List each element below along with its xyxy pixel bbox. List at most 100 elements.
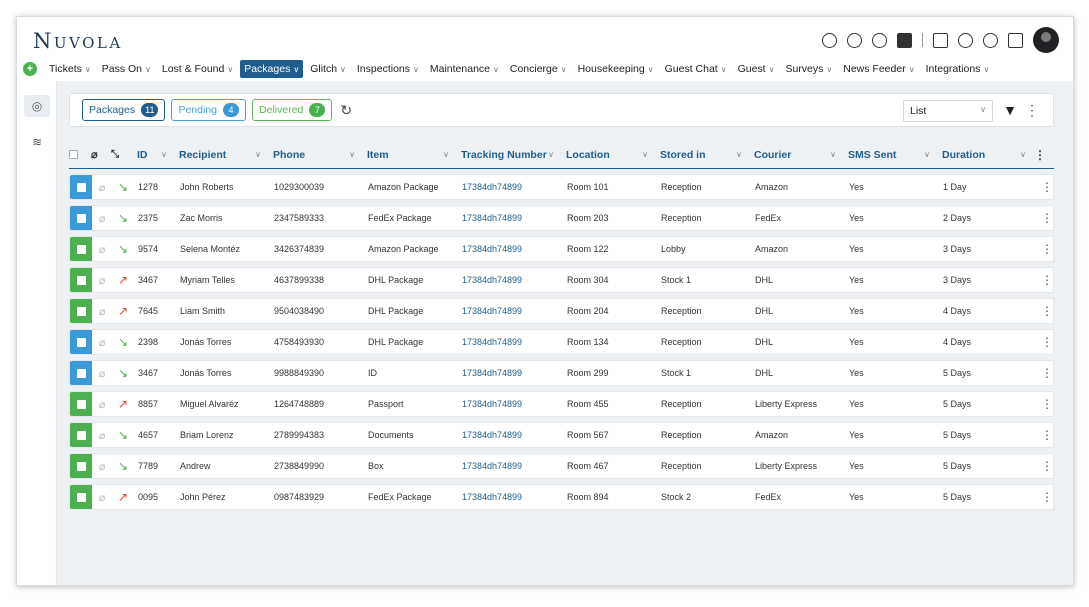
row-menu-icon[interactable]: ⋮ [1035, 490, 1059, 504]
col-tracking[interactable]: Tracking Number ∨ [457, 149, 562, 161]
row-checkbox[interactable] [70, 454, 92, 478]
more-options-icon[interactable]: ⋮ [1025, 102, 1039, 119]
table-row[interactable]: ⌀ ↘ 9574 Selena Montéz 3426374839 Amazon Pack… [69, 236, 1054, 262]
row-menu-icon[interactable]: ⋮ [1035, 397, 1059, 411]
tab-pending[interactable]: Pending 4 [171, 99, 247, 121]
cell-tracking[interactable]: 17384dh74899 [458, 430, 563, 440]
row-checkbox[interactable] [70, 330, 92, 354]
table-row[interactable]: ⌀ ↘ 3467 Jonás Torres 9988849390 ID 17384dh748… [69, 360, 1054, 386]
col-id[interactable]: ID ∨ [133, 149, 175, 161]
paperclip-icon[interactable]: ⌀ [92, 212, 112, 225]
nav-maintenance[interactable]: Maintenance ∨ [426, 60, 503, 78]
cell-tracking[interactable]: 17384dh74899 [458, 337, 563, 347]
tab-packages[interactable]: Packages 11 [82, 99, 166, 121]
cell-tracking[interactable]: 17384dh74899 [458, 213, 563, 223]
col-phone[interactable]: Phone ∨ [269, 149, 363, 161]
table-row[interactable]: ⌀ ↗ 8857 Miguel Alvaréz 1264748889 Passport 17… [69, 391, 1054, 417]
row-checkbox[interactable] [70, 392, 92, 416]
nav-guest[interactable]: Guest ∨ [734, 60, 779, 78]
row-checkbox[interactable] [70, 268, 92, 292]
row-checkbox[interactable] [70, 299, 92, 323]
row-checkbox[interactable] [70, 175, 92, 199]
paperclip-icon[interactable]: ⌀ [92, 274, 112, 287]
row-menu-icon[interactable]: ⋮ [1035, 304, 1059, 318]
col-recipient[interactable]: Recipient ∨ [175, 149, 269, 161]
row-checkbox[interactable] [70, 423, 92, 447]
filter-icon[interactable]: ▼ [1003, 102, 1017, 118]
table-row[interactable]: ⌀ ↘ 4657 Briam Lorenz 2789994383 Documents 173… [69, 422, 1054, 448]
paperclip-icon[interactable]: ⌀ [92, 460, 112, 473]
nav-concierge[interactable]: Concierge ∨ [506, 60, 571, 78]
nav-pass-on[interactable]: Pass On ∨ [98, 60, 155, 78]
cell-tracking[interactable]: 17384dh74899 [458, 461, 563, 471]
nav-glitch[interactable]: Glitch ∨ [306, 60, 350, 78]
column-menu-icon[interactable]: ⋮ [1034, 148, 1058, 162]
calendar-icon[interactable] [897, 32, 912, 48]
row-menu-icon[interactable]: ⋮ [1035, 366, 1059, 380]
user-avatar[interactable] [1033, 27, 1059, 53]
nav-surveys[interactable]: Surveys ∨ [781, 60, 836, 78]
refresh-icon[interactable]: ↻ [340, 102, 352, 119]
table-row[interactable]: ⌀ ↗ 7645 Liam Smith 9504038490 DHL Package 173… [69, 298, 1054, 324]
package-view-icon[interactable]: ◎ [24, 95, 50, 117]
cell-tracking[interactable]: 17384dh74899 [458, 275, 563, 285]
row-menu-icon[interactable]: ⋮ [1035, 242, 1059, 256]
row-checkbox[interactable] [70, 206, 92, 230]
table-row[interactable]: ⌀ ↗ 3467 Myriam Telles 4637899338 DHL Package… [69, 267, 1054, 293]
row-checkbox[interactable] [70, 237, 92, 261]
paperclip-icon[interactable]: ⌀ [92, 367, 112, 380]
paperclip-icon[interactable]: ⌀ [92, 336, 112, 349]
add-icon[interactable]: + [23, 62, 37, 76]
filter-sliders-icon[interactable]: ≋ [24, 131, 50, 153]
alarm-clock-icon[interactable] [872, 32, 887, 48]
col-duration[interactable]: Duration ∨ [938, 149, 1034, 161]
col-location[interactable]: Location ∨ [562, 149, 656, 161]
paperclip-icon[interactable]: ⌀ [92, 491, 112, 504]
col-sms[interactable]: SMS Sent ∨ [844, 149, 938, 161]
walk-icon[interactable] [933, 32, 948, 48]
view-select[interactable]: List ∨ [903, 100, 993, 122]
paperclip-icon[interactable]: ⌀ [92, 243, 112, 256]
col-stored[interactable]: Stored in ∨ [656, 149, 750, 161]
table-row[interactable]: ⌀ ↘ 2375 Zac Morris 2347589333 FedEx Package 1… [69, 205, 1054, 231]
nav-packages[interactable]: Packages ∨ [240, 60, 304, 78]
nav-lost-found[interactable]: Lost & Found ∨ [158, 60, 237, 78]
nav-guest-chat[interactable]: Guest Chat ∨ [661, 60, 731, 78]
paperclip-icon[interactable]: ⌀ [92, 398, 112, 411]
row-menu-icon[interactable]: ⋮ [1035, 211, 1059, 225]
nav-integrations[interactable]: Integrations ∨ [922, 60, 994, 78]
row-checkbox[interactable] [70, 485, 92, 509]
cell-tracking[interactable]: 17384dh74899 [458, 368, 563, 378]
row-menu-icon[interactable]: ⋮ [1035, 335, 1059, 349]
cell-tracking[interactable]: 17384dh74899 [458, 306, 563, 316]
chat-bubble-icon[interactable] [822, 32, 837, 48]
tab-delivered[interactable]: Delivered 7 [252, 99, 333, 121]
nav-inspections[interactable]: Inspections ∨ [353, 60, 423, 78]
nav-news-feeder[interactable]: News Feeder ∨ [839, 60, 918, 78]
cell-tracking[interactable]: 17384dh74899 [458, 244, 563, 254]
select-all-checkbox[interactable] [69, 141, 91, 168]
row-menu-icon[interactable]: ⋮ [1035, 180, 1059, 194]
settings-sliders-icon[interactable] [1008, 32, 1023, 48]
cell-tracking[interactable]: 17384dh74899 [458, 182, 563, 192]
cell-tracking[interactable]: 17384dh74899 [458, 399, 563, 409]
table-row[interactable]: ⌀ ↘ 2398 Jonás Torres 4758493930 DHL Package 1… [69, 329, 1054, 355]
row-menu-icon[interactable]: ⋮ [1035, 273, 1059, 287]
nav-housekeeping[interactable]: Housekeeping ∨ [574, 60, 658, 78]
row-checkbox[interactable] [70, 361, 92, 385]
message-icon[interactable] [847, 32, 862, 48]
help-icon[interactable] [983, 32, 998, 48]
nav-tickets[interactable]: Tickets ∨ [45, 60, 95, 78]
paperclip-icon[interactable]: ⌀ [92, 181, 112, 194]
row-menu-icon[interactable]: ⋮ [1035, 459, 1059, 473]
cell-tracking[interactable]: 17384dh74899 [458, 492, 563, 502]
table-row[interactable]: ⌀ ↘ 7789 Andrew 2738849990 Box 17384dh74899 Roo… [69, 453, 1054, 479]
paperclip-icon[interactable]: ⌀ [92, 305, 112, 318]
table-row[interactable]: ⌀ ↗ 0095 John Pérez 0987483929 FedEx Package 1… [69, 484, 1054, 510]
col-courier[interactable]: Courier ∨ [750, 149, 844, 161]
col-item[interactable]: Item ∨ [363, 149, 457, 161]
table-row[interactable]: ⌀ ↘ 1278 John Roberts 1029300039 Amazon Packa… [69, 174, 1054, 200]
row-menu-icon[interactable]: ⋮ [1035, 428, 1059, 442]
paperclip-icon[interactable]: ⌀ [92, 429, 112, 442]
globe-icon[interactable] [958, 32, 973, 48]
